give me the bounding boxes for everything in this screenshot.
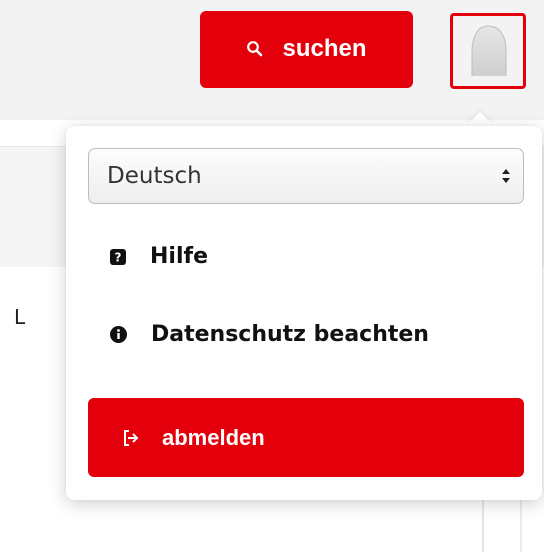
menu-item-privacy[interactable]: Datenschutz beachten <box>110 322 429 347</box>
menu-item-label: Hilfe <box>150 244 208 269</box>
user-avatar-icon <box>462 22 514 80</box>
language-select[interactable]: Deutsch <box>88 148 524 204</box>
question-square-icon: ? <box>110 248 126 265</box>
menu-item-help[interactable]: ? Hilfe <box>110 244 208 269</box>
logout-button[interactable]: abmelden <box>88 398 524 477</box>
user-avatar-button[interactable] <box>450 13 526 89</box>
logout-button-label: abmelden <box>162 424 265 450</box>
search-button[interactable]: suchen <box>200 11 413 88</box>
info-circle-icon <box>110 326 127 343</box>
dropdown-arrow <box>466 112 494 126</box>
sign-out-icon <box>122 429 140 447</box>
background-text: L <box>14 305 26 329</box>
user-menu-dropdown: Deutsch ? Hilfe Datenschutz beachten abm… <box>66 126 542 500</box>
language-select-value: Deutsch <box>107 163 202 189</box>
select-arrows-icon <box>501 167 511 185</box>
search-icon <box>246 40 264 58</box>
menu-item-label: Datenschutz beachten <box>151 322 429 347</box>
search-button-label: suchen <box>282 34 367 62</box>
svg-text:?: ? <box>115 250 122 264</box>
